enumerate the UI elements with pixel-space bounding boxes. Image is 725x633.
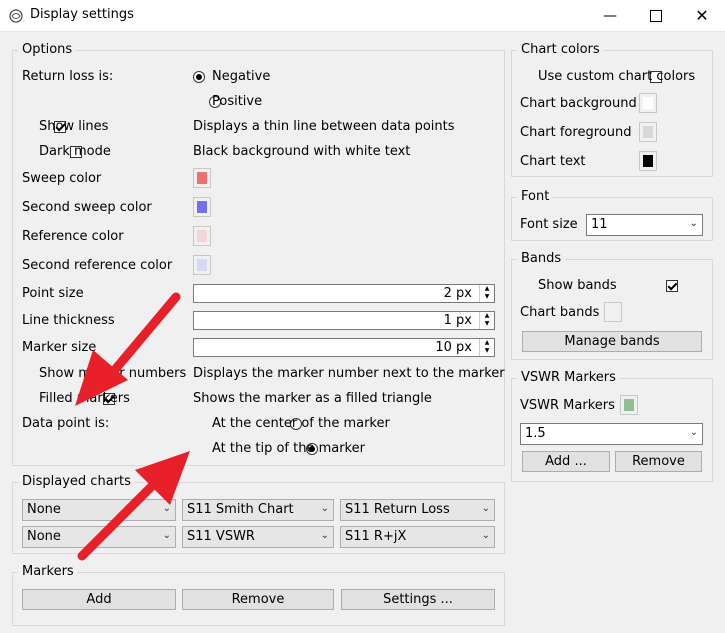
annotation-arrows bbox=[75, 292, 190, 561]
arrow-to-tip-of-marker bbox=[77, 451, 190, 561]
arrow-to-filled-markers bbox=[75, 292, 181, 406]
